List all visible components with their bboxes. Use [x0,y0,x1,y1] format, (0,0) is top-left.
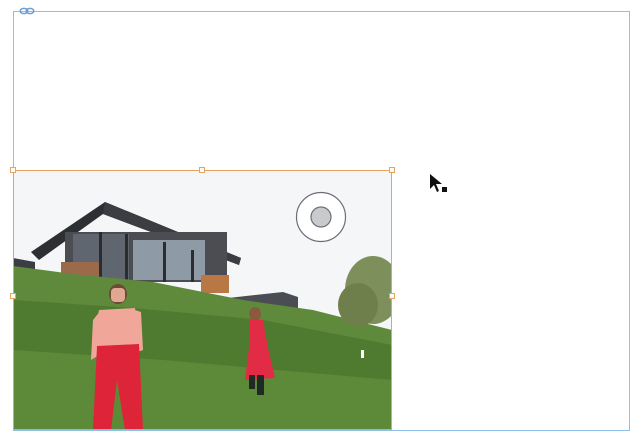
arrow-pointer-icon [430,174,447,192]
content-grabber-icon[interactable] [295,191,347,243]
resize-handle-middle-right[interactable] [389,293,395,299]
resize-handle-middle-left[interactable] [10,293,16,299]
resize-handle-top-middle[interactable] [199,167,205,173]
resize-handle-top-left[interactable] [10,167,16,173]
document-canvas[interactable] [0,0,635,431]
chain-link-icon[interactable] [19,6,35,16]
resize-handle-top-right[interactable] [389,167,395,173]
